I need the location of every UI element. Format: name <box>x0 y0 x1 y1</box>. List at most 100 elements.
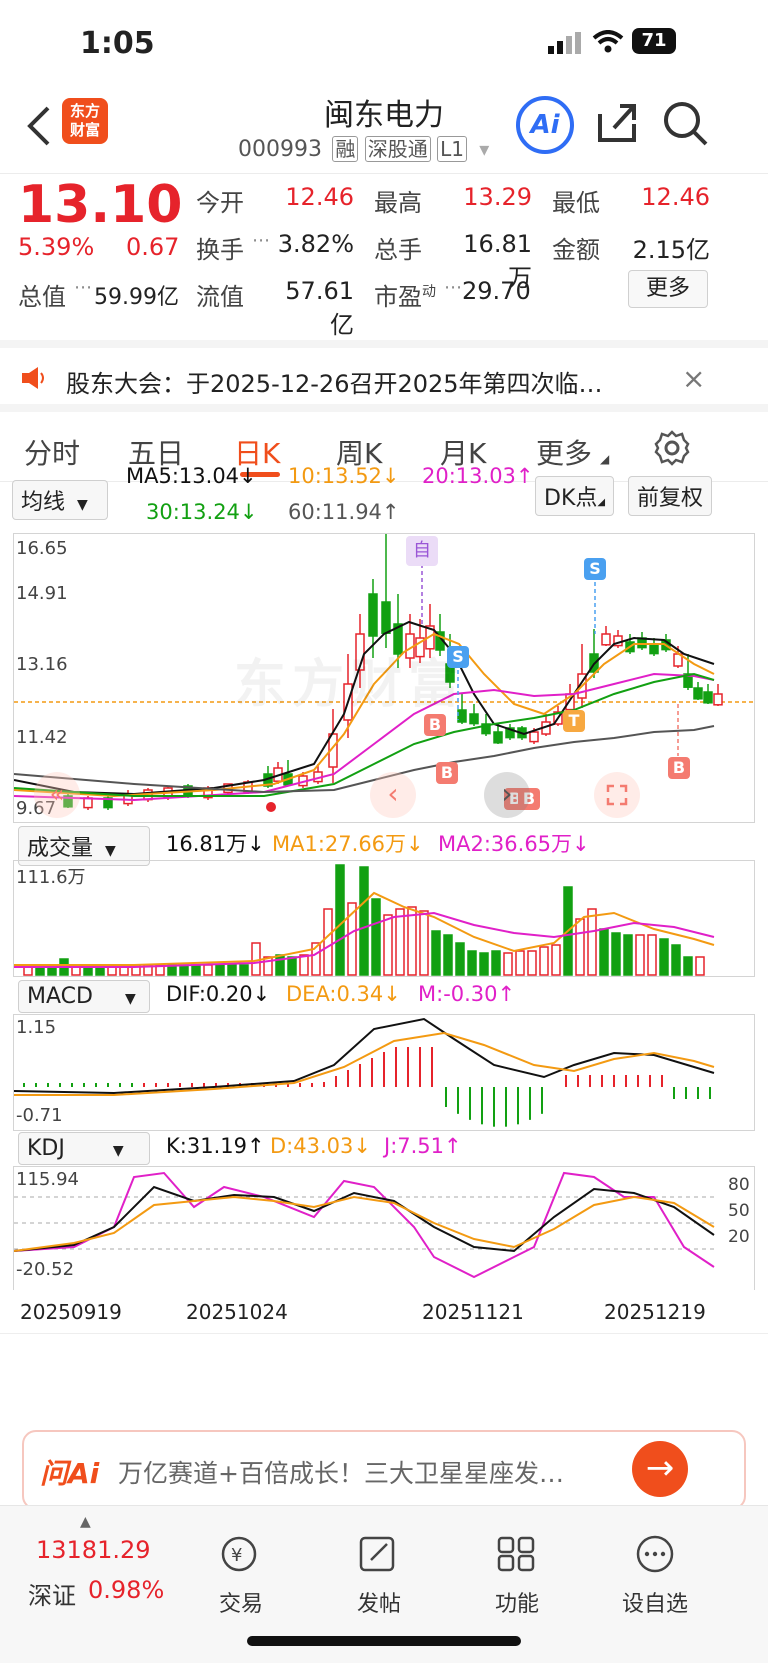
candle-body <box>469 713 479 725</box>
volume-svg <box>14 864 715 976</box>
volume-bar <box>227 964 237 976</box>
more-button[interactable]: 更多 <box>628 270 708 308</box>
nav-post[interactable]: 发帖 <box>324 1534 434 1618</box>
svg-text:¥: ¥ <box>231 1545 242 1566</box>
t-marker[interactable]: T <box>563 710 585 732</box>
volume-bar <box>407 906 417 976</box>
last-price: 13.10 <box>18 175 183 235</box>
stat-label-pe-text: 市盈 <box>374 283 422 311</box>
ai-ask-bar[interactable]: 问Ai 万亿赛道+百倍成长！三大卫星星座发… → <box>22 1430 746 1510</box>
settings-icon[interactable] <box>654 430 690 470</box>
volume-bar <box>515 950 525 976</box>
candle-body <box>713 693 723 706</box>
more-circle-icon <box>636 1535 674 1573</box>
dk-point-button[interactable]: DK点◢ <box>535 476 615 516</box>
macd-ymax: 1.15 <box>16 1017 57 1038</box>
notice-banner[interactable]: 股东大会：于2025-12-26召开2025年第四次临… × <box>0 340 768 412</box>
stat-value-float-mv: 57.61亿 <box>285 277 354 339</box>
scroll-left-fast-icon[interactable]: « <box>34 772 80 818</box>
info-icon[interactable]: ⋯ <box>444 277 462 298</box>
kdj-ymin: -20.52 <box>16 1259 75 1280</box>
stat-value-high: 13.29 <box>463 183 532 211</box>
ma-selector[interactable]: 均线 ▼ <box>12 480 108 520</box>
volume-panel[interactable]: 111.6万 <box>13 860 755 977</box>
quote-panel: 13.10 5.39% 0.67 今开 12.46 最高 13.29 最低 12… <box>0 175 768 340</box>
battery-icon: 71 <box>632 28 676 54</box>
volume-bar <box>599 928 609 976</box>
volume-label: 16.81万↓ <box>166 832 265 856</box>
tab-fenshi[interactable]: 分时 <box>24 432 80 472</box>
kdj-selector[interactable]: KDJ ▼ <box>18 1132 150 1165</box>
candle-body <box>601 633 611 646</box>
macd-selector-label: MACD <box>27 984 93 1009</box>
status-bar: 1:05 71 <box>0 0 768 90</box>
index-value[interactable]: 13181.29 <box>36 1536 151 1564</box>
back-icon[interactable] <box>24 104 54 152</box>
volume-bar <box>275 954 285 976</box>
stat-label-amount: 金额 <box>552 236 600 264</box>
dropdown-icon: ▼ <box>105 843 116 859</box>
volume-bar <box>23 966 33 976</box>
stat-label-high: 最高 <box>374 189 422 217</box>
arrow-right-icon[interactable]: → <box>632 1441 688 1497</box>
title-bar: 东方 财富 闽东电力 000993 融 深股通 L1 ▾ Ai <box>0 90 768 174</box>
date-label: 20251121 <box>422 1300 524 1324</box>
change-pct: 5.39% <box>18 233 95 261</box>
status-time: 1:05 <box>80 26 155 61</box>
volume-bar <box>527 950 537 976</box>
chart-area: 均线 ▼ MA5:13.04↓ 10:13.52↓ 20:13.03↑ 30:13… <box>0 464 768 1412</box>
buy-marker[interactable]: B <box>668 757 690 779</box>
close-icon[interactable]: × <box>682 362 705 395</box>
date-label: 20250919 <box>20 1300 122 1324</box>
share-icon[interactable] <box>594 100 640 150</box>
dropdown-icon: ▼ <box>112 1143 124 1159</box>
kdj-selector-label: KDJ <box>27 1136 65 1161</box>
stat-label-total-mv: 总值 <box>18 283 66 311</box>
volume-bar <box>359 866 369 976</box>
volume-bar <box>335 864 345 976</box>
volume-bar <box>635 934 645 976</box>
volume-bar <box>467 950 477 976</box>
nav-functions[interactable]: 功能 <box>462 1534 572 1618</box>
adjust-button[interactable]: 前复权 <box>628 476 713 516</box>
caret-down-icon[interactable]: ▾ <box>479 137 489 161</box>
scroll-right-icon[interactable]: › <box>484 772 530 818</box>
home-indicator <box>247 1636 521 1646</box>
volume-ma1-label: MA1:27.66万↓ <box>272 832 424 856</box>
buy-marker[interactable]: B <box>424 714 446 736</box>
nav-trade-label: 交易 <box>218 1592 263 1617</box>
nav-add-watchlist[interactable]: 设自选 <box>600 1534 710 1618</box>
dropdown-icon: ▼ <box>124 991 136 1007</box>
speaker-icon <box>20 366 48 394</box>
scroll-left-icon[interactable]: ‹ <box>370 772 416 818</box>
watermark: 东方财富 <box>234 655 467 715</box>
kline-panel[interactable]: 16.65 14.91 13.16 11.42 9.67 东方财富 自 S S … <box>13 533 755 823</box>
kdj-k-label: K:31.19↑ <box>166 1134 265 1158</box>
battery-level: 71 <box>641 30 667 51</box>
search-icon[interactable] <box>662 100 710 152</box>
self-marker[interactable]: 自 <box>406 536 438 566</box>
info-icon[interactable]: ⋯ <box>252 230 270 251</box>
nav-functions-label: 功能 <box>494 1592 539 1617</box>
ai-promo-text: 万亿赛道+百倍成长！三大卫星星座发… <box>118 1459 564 1488</box>
buy-marker[interactable]: B <box>436 762 458 784</box>
ma5-label: MA5:13.04↓ <box>126 464 257 488</box>
sell-marker[interactable]: S <box>584 558 606 580</box>
sell-marker[interactable]: S <box>447 646 469 668</box>
volume-bar <box>611 932 621 976</box>
dot-icon <box>266 802 276 812</box>
kdj-panel[interactable]: 115.94 -20.52 80 50 20 <box>13 1166 755 1290</box>
caret-up-icon: ▲ <box>80 1514 91 1530</box>
stat-label-open: 今开 <box>196 189 244 217</box>
macd-panel[interactable]: 1.15 -0.71 <box>13 1014 755 1131</box>
macd-ymin: -0.71 <box>16 1105 63 1126</box>
info-icon[interactable]: ⋯ <box>74 277 92 298</box>
fullscreen-icon[interactable] <box>594 772 640 818</box>
tab-more[interactable]: 更多 <box>536 432 592 472</box>
ai-button[interactable]: Ai <box>516 96 574 154</box>
triangle-icon: ◢ <box>600 452 610 466</box>
candle-body <box>693 687 703 700</box>
stat-label-pe-sup: 动 <box>422 284 436 300</box>
macd-selector[interactable]: MACD ▼ <box>18 980 150 1013</box>
nav-trade[interactable]: ¥ 交易 <box>186 1534 296 1618</box>
